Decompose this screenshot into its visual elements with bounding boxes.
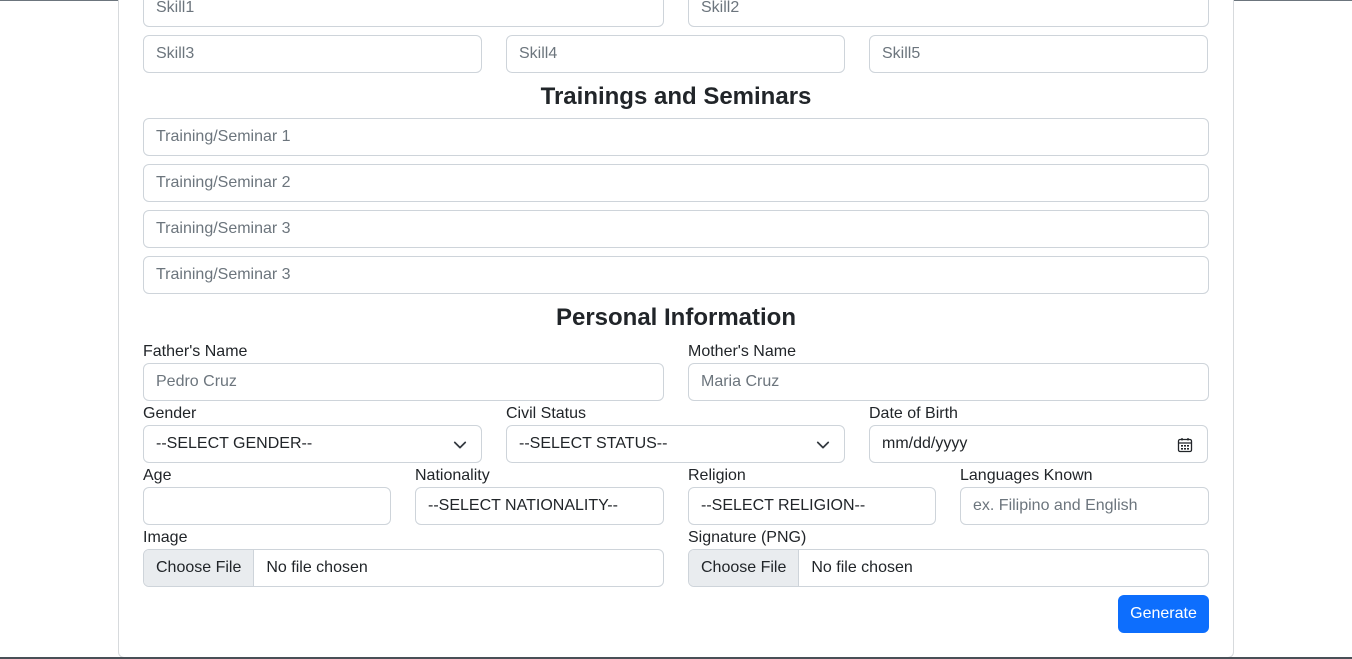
skill4-input[interactable]: Skill4 bbox=[506, 35, 845, 73]
skill5-input[interactable]: Skill5 bbox=[869, 35, 1208, 73]
skill3-input[interactable]: Skill3 bbox=[143, 35, 482, 73]
skill2-input[interactable]: Skill2 bbox=[688, 0, 1209, 27]
mother-label: Mother's Name bbox=[688, 343, 796, 360]
training-input-4[interactable]: Training/Seminar 3 bbox=[143, 256, 1209, 294]
languages-label: Languages Known bbox=[960, 467, 1093, 484]
file-status: No file chosen bbox=[811, 559, 913, 576]
signature-label: Signature (PNG) bbox=[688, 529, 807, 546]
religion-select[interactable]: --SELECT RELIGION-- bbox=[688, 487, 936, 525]
chevron-down-icon bbox=[453, 441, 467, 449]
personal-heading: Personal Information bbox=[555, 304, 797, 331]
calendar-icon[interactable] bbox=[1177, 437, 1193, 453]
civil-status-select[interactable]: --SELECT STATUS-- bbox=[506, 425, 845, 463]
choose-file-button[interactable]: Choose File bbox=[689, 550, 800, 586]
age-label: Age bbox=[143, 467, 172, 484]
image-file-input[interactable]: Choose File No file chosen bbox=[143, 549, 664, 587]
training-input-3[interactable]: Training/Seminar 3 bbox=[143, 210, 1209, 248]
religion-label: Religion bbox=[688, 467, 746, 484]
signature-file-input[interactable]: Choose File No file chosen bbox=[688, 549, 1209, 587]
gender-select-value: --SELECT GENDER-- bbox=[156, 435, 313, 452]
mother-name-input[interactable]: Maria Cruz bbox=[688, 363, 1209, 401]
languages-input[interactable]: ex. Filipino and English bbox=[960, 487, 1209, 525]
skill1-input[interactable]: Skill1 bbox=[143, 0, 664, 27]
dob-input[interactable]: mm/dd/yyyy bbox=[869, 425, 1208, 463]
training-input-1[interactable]: Training/Seminar 1 bbox=[143, 118, 1209, 156]
choose-file-button[interactable]: Choose File bbox=[144, 550, 255, 586]
father-name-input[interactable]: Pedro Cruz bbox=[143, 363, 664, 401]
training-input-2[interactable]: Training/Seminar 2 bbox=[143, 164, 1209, 202]
trainings-heading: Trainings and Seminars bbox=[540, 83, 812, 110]
nationality-label: Nationality bbox=[415, 467, 490, 484]
dob-label: Date of Birth bbox=[869, 405, 958, 422]
civil-status-value: --SELECT STATUS-- bbox=[519, 435, 668, 452]
age-input[interactable] bbox=[143, 487, 391, 525]
generate-button[interactable]: Generate bbox=[1118, 595, 1209, 633]
image-label: Image bbox=[143, 529, 188, 546]
father-label: Father's Name bbox=[143, 343, 248, 360]
nationality-select[interactable]: --SELECT NATIONALITY-- bbox=[415, 487, 664, 525]
chevron-down-icon bbox=[816, 441, 830, 449]
civil-status-label: Civil Status bbox=[506, 405, 587, 422]
gender-label: Gender bbox=[143, 405, 197, 422]
dob-value: mm/dd/yyyy bbox=[882, 435, 968, 452]
gender-select[interactable]: --SELECT GENDER-- bbox=[143, 425, 482, 463]
file-status: No file chosen bbox=[266, 559, 368, 576]
